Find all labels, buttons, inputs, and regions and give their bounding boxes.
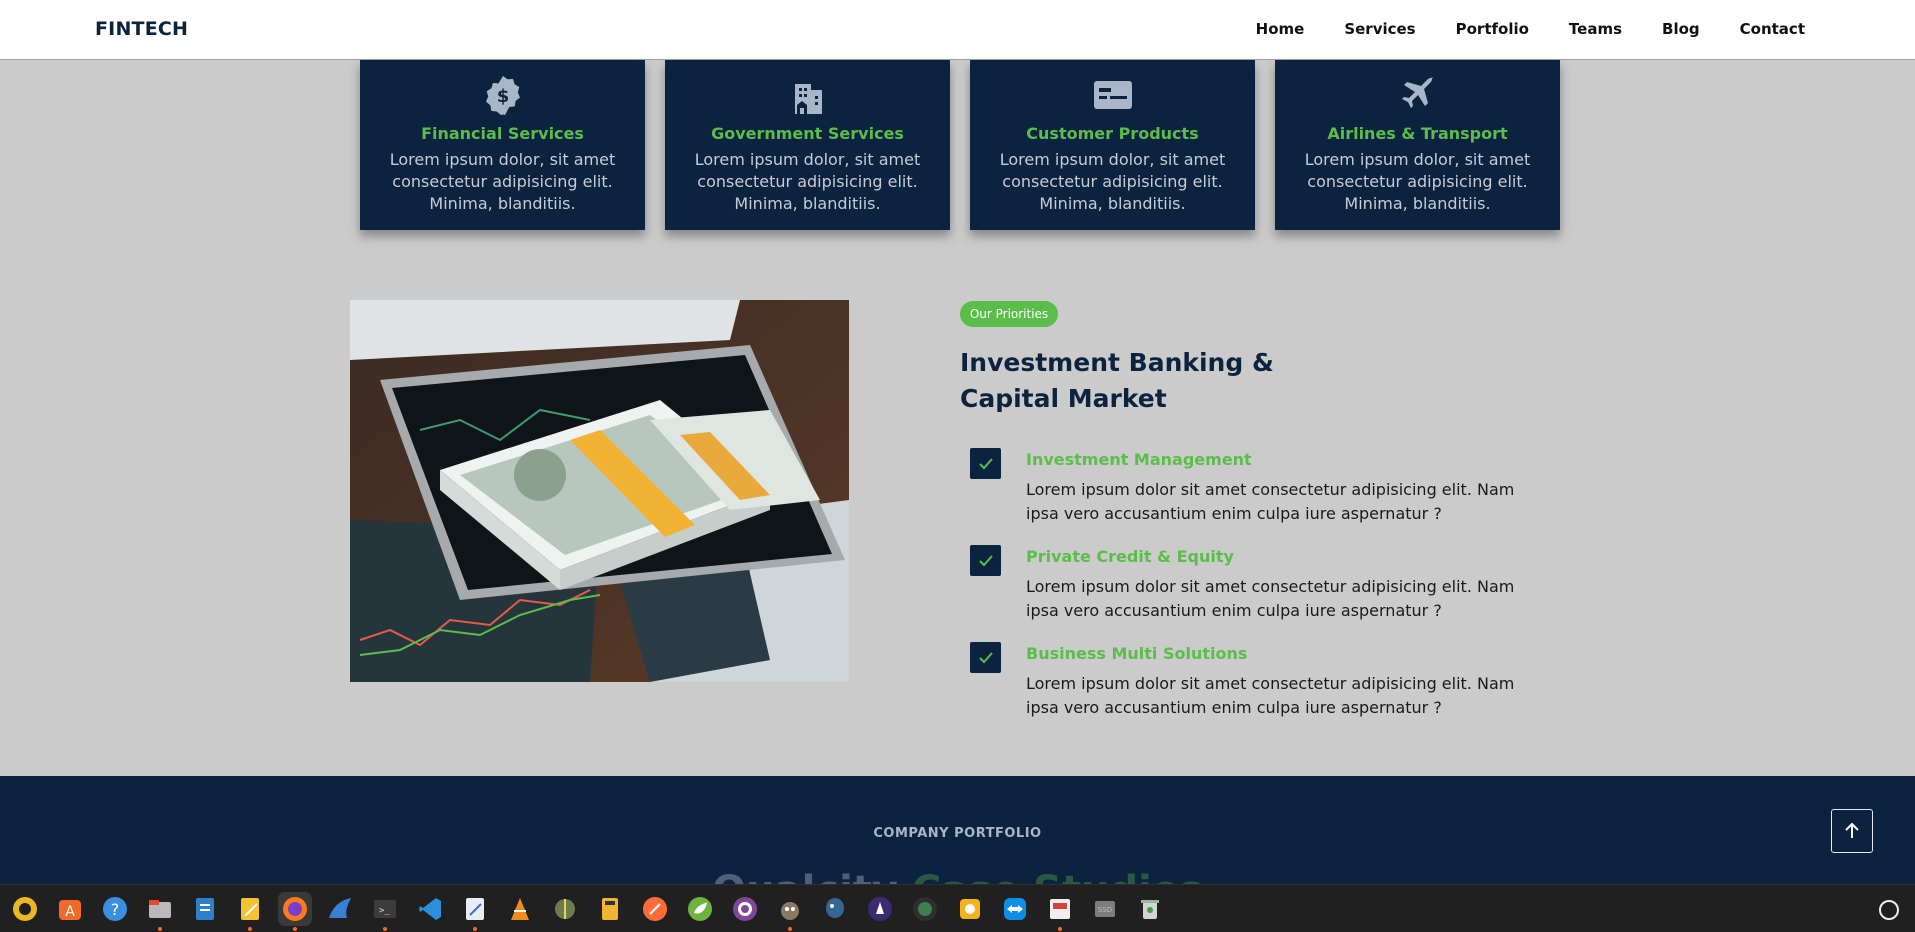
trash-icon[interactable] [1133,892,1167,926]
id-card-icon [1090,72,1136,118]
unicorn-icon[interactable] [863,892,897,926]
card-description: Lorem ipsum dolor, sit amet consectetur … [389,150,616,213]
priority-title: Business Multi Solutions [1026,644,1248,663]
libreoffice-writer-icon[interactable] [188,892,222,926]
check-icon [970,448,1001,479]
service-card-financial[interactable]: $ Financial Services Lorem ipsum dolor, … [360,60,645,230]
priorities-badge: Our Priorities [960,301,1058,327]
software-store-icon[interactable]: A [53,892,87,926]
portfolio-kicker: COMPANY PORTFOLIO [873,826,1042,841]
nav-link-contact[interactable]: Contact [1740,20,1805,38]
svg-text:?: ? [111,900,120,919]
spring-icon[interactable] [683,892,717,926]
svg-text:$: $ [496,86,509,107]
postgres-icon[interactable] [818,892,852,926]
system-menu-icon[interactable] [1879,900,1899,920]
service-card-government[interactable]: Government Services Lorem ipsum dolor, s… [665,60,950,230]
service-card-customer[interactable]: Customer Products Lorem ipsum dolor, sit… [970,60,1255,230]
card-description: Lorem ipsum dolor, sit amet consectetur … [999,150,1226,213]
priorities-heading: Investment Banking & Capital Market [960,345,1274,417]
tor-icon[interactable] [728,892,762,926]
firefox-icon[interactable] [278,892,312,931]
card-title: Government Services [711,124,904,143]
check-icon [970,642,1001,673]
card-title: Customer Products [1026,124,1199,143]
vscode-icon[interactable] [413,892,447,926]
card-title: Airlines & Transport [1327,124,1508,143]
notes-icon[interactable] [458,892,492,931]
check-icon [970,545,1001,576]
terminal-icon[interactable]: >_ [368,892,402,931]
service-card-airlines[interactable]: Airlines & Transport Lorem ipsum dolor, … [1275,60,1560,230]
arrow-up-icon [1845,822,1859,838]
money-tablet-photo [350,300,849,682]
network-icon[interactable] [548,892,582,926]
heading-line: Investment Banking & [960,348,1274,377]
priority-text: Lorem ipsum dolor sit amet consectetur a… [1026,480,1515,523]
vlc-icon[interactable] [503,892,537,926]
nav-link-portfolio[interactable]: Portfolio [1456,20,1529,38]
svg-text:SSD: SSD [1098,906,1112,914]
service-cards: $ Financial Services Lorem ipsum dolor, … [360,60,1560,230]
heading-line: Capital Market [960,384,1167,413]
svg-text:>_: >_ [379,906,390,916]
text-editor-icon[interactable] [233,892,267,931]
brand-logo[interactable]: FINTECH [95,18,188,40]
nav-link-home[interactable]: Home [1256,20,1305,38]
svg-text:A: A [65,904,75,920]
airplane-icon [1395,72,1441,118]
card-description: Lorem ipsum dolor, sit amet consectetur … [1304,150,1531,213]
help-icon[interactable]: ? [98,892,132,926]
taskbar-apps: A ? >_ SSD [8,892,1167,931]
card-title: Financial Services [421,124,584,143]
priority-text: Lorem ipsum dolor sit amet consectetur a… [1026,674,1515,717]
postman-icon[interactable] [638,892,672,926]
shark-icon[interactable] [323,892,357,926]
calculator-icon[interactable] [593,892,627,926]
priority-text: Lorem ipsum dolor sit amet consectetur a… [1026,577,1515,620]
teamviewer-icon[interactable] [998,892,1032,926]
nav-link-blog[interactable]: Blog [1662,20,1700,38]
presentation-icon[interactable] [1043,892,1077,931]
nav-link-teams[interactable]: Teams [1569,20,1622,38]
rhythmbox-icon[interactable] [8,892,42,926]
building-icon [785,72,831,118]
main-nav: Home Services Portfolio Teams Blog Conta… [1256,20,1805,38]
gimp-icon[interactable] [773,892,807,931]
camera-icon[interactable] [908,892,942,926]
dollar-badge-icon: $ [480,72,526,118]
nav-link-services[interactable]: Services [1344,20,1415,38]
paint-icon[interactable] [953,892,987,926]
scroll-to-top-button[interactable] [1831,809,1873,853]
priority-title: Investment Management [1026,450,1252,469]
taskbar: A ? >_ SSD [0,884,1915,932]
files-icon[interactable] [143,892,177,931]
priority-title: Private Credit & Equity [1026,547,1234,566]
disk-icon[interactable]: SSD [1088,892,1122,926]
card-description: Lorem ipsum dolor, sit amet consectetur … [694,150,921,213]
top-navbar: FINTECH Home Services Portfolio Teams Bl… [0,0,1915,60]
